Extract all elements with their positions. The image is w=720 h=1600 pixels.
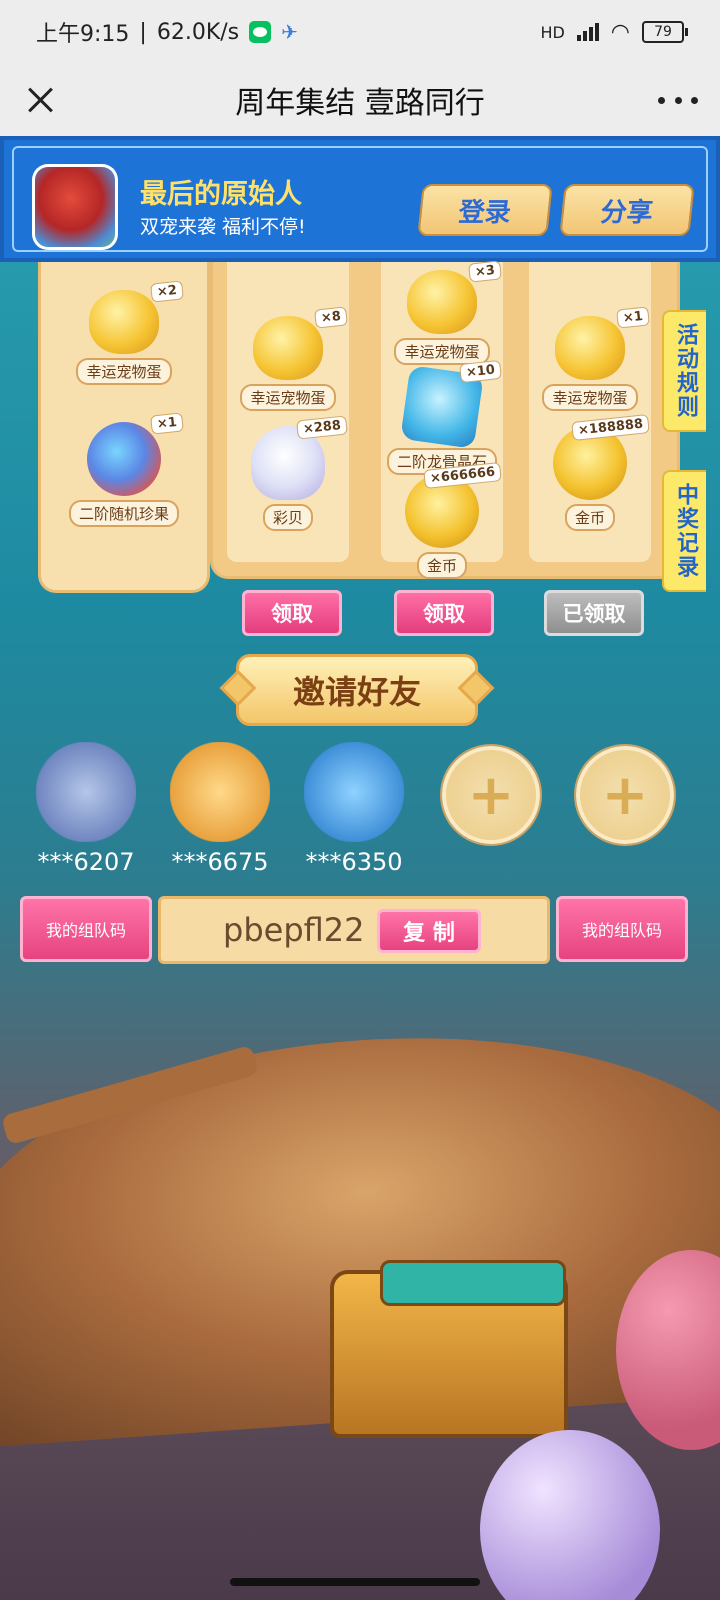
- add-friend-button[interactable]: +: [576, 746, 674, 844]
- reward-label: 二阶随机珍果: [68, 500, 179, 527]
- friend-slot-3: ***6350: [294, 742, 414, 876]
- team-code-row: 我的组队码 pbepfl22 复 制 我的组队码: [20, 896, 688, 964]
- page: 上午9:15 | 62.0K/s ✈ HD ◠ 79 周年集结 壹路同行 最后的…: [0, 0, 720, 1600]
- tab-label: 中奖记录: [673, 483, 698, 579]
- treasure-chest-lid: [380, 1260, 566, 1306]
- team-code: pbepfl22: [223, 911, 365, 949]
- close-icon[interactable]: [22, 82, 58, 118]
- prize-records-tab[interactable]: 中奖记录: [662, 470, 706, 592]
- reward-quantity: ×288: [296, 415, 348, 440]
- reward-column-2: ×3 幸运宠物蛋 ×10 二阶龙骨晶石 ×666666 金币: [381, 260, 503, 579]
- friend-avatar: [36, 742, 136, 842]
- friend-slot-2: ***6675: [160, 742, 280, 876]
- lucky-egg-icon: [555, 316, 625, 380]
- game-slogan: 双宠来袭 福利不停!: [140, 216, 306, 238]
- game-name: 最后的原始人: [140, 179, 302, 210]
- reward-quantity: ×3: [468, 260, 502, 283]
- rewards-area: ×2 幸运宠物蛋 ×1 二阶随机珍果 ×8 幸运宠物蛋 ×288 彩贝 ×3 幸…: [38, 260, 680, 593]
- game-banner: 最后的原始人 双宠来袭 福利不停! 登录 分享: [0, 136, 720, 262]
- reward-panel-left: ×2 幸运宠物蛋 ×1 二阶随机珍果: [38, 262, 210, 593]
- wechat-icon: [249, 21, 272, 43]
- add-friend-button[interactable]: +: [442, 746, 540, 844]
- claimed-button-3[interactable]: 已领取: [544, 590, 644, 636]
- reward-column-1: ×8 幸运宠物蛋 ×288 彩贝: [227, 262, 349, 562]
- network-type-label: HD: [540, 22, 565, 42]
- team-code-box: pbepfl22 复 制: [158, 896, 550, 964]
- reward-label: 幸运宠物蛋: [542, 384, 638, 411]
- reward-label: 幸运宠物蛋: [394, 338, 490, 365]
- status-bar: 上午9:15 | 62.0K/s ✈ HD ◠ 79: [0, 0, 720, 64]
- friend-name: ***6675: [171, 848, 269, 876]
- reward-item: ×2 幸运宠物蛋: [59, 280, 189, 385]
- reward-item: ×1 二阶随机珍果: [59, 412, 189, 527]
- battery-icon: 79: [642, 21, 688, 43]
- reward-quantity: ×8: [314, 306, 348, 329]
- status-separator: |: [139, 19, 147, 45]
- reward-item: ×288 彩贝: [223, 415, 353, 531]
- friend-avatar: [170, 742, 270, 842]
- reward-label: 彩贝: [262, 504, 313, 531]
- reward-item: ×188888 金币: [525, 414, 655, 531]
- reward-panel-right: ×8 幸运宠物蛋 ×288 彩贝 ×3 幸运宠物蛋 ×10 二阶龙骨晶石 ×66…: [210, 260, 680, 579]
- claim-button-2[interactable]: 领取: [394, 590, 494, 636]
- lucky-egg-icon: [89, 290, 159, 354]
- team-code-label-right: 我的组队码: [556, 896, 688, 962]
- copy-button[interactable]: 复 制: [377, 909, 481, 953]
- reward-item: ×666666 金币: [377, 462, 507, 579]
- reward-label: 幸运宠物蛋: [76, 358, 172, 385]
- reward-quantity: ×1: [150, 412, 184, 435]
- share-button[interactable]: 分享: [559, 184, 695, 236]
- status-left: 上午9:15 | 62.0K/s ✈: [36, 16, 298, 48]
- game-logo-icon: [32, 164, 118, 250]
- more-icon[interactable]: [658, 86, 698, 114]
- home-indicator[interactable]: [230, 1578, 480, 1586]
- page-title: 周年集结 壹路同行: [235, 86, 485, 121]
- reward-item: ×1 幸运宠物蛋: [525, 306, 655, 411]
- reward-quantity: ×188888: [571, 414, 650, 441]
- reward-label: 幸运宠物蛋: [240, 384, 336, 411]
- reward-item: ×3 幸运宠物蛋: [377, 260, 507, 365]
- team-code-label-left: 我的组队码: [20, 896, 152, 962]
- reward-label: 金币: [564, 504, 615, 531]
- friend-name: ***6350: [305, 848, 403, 876]
- reward-quantity: ×1: [616, 306, 650, 329]
- reward-item: ×10 二阶龙骨晶石: [377, 359, 507, 475]
- invite-friends-title: 邀请好友: [236, 654, 478, 726]
- tab-label: 活动规则: [673, 323, 698, 419]
- fruit-basket-icon: [87, 422, 161, 496]
- purple-balloon-illustration: [480, 1430, 660, 1600]
- reward-item: ×8 幸运宠物蛋: [223, 306, 353, 411]
- title-bar: 周年集结 壹路同行: [0, 64, 720, 136]
- reward-column-3: ×1 幸运宠物蛋 ×188888 金币: [529, 262, 651, 562]
- plane-icon: ✈: [281, 20, 298, 44]
- status-time: 上午9:15: [36, 22, 130, 47]
- wifi-icon: ◠: [610, 19, 630, 45]
- lucky-egg-icon: [407, 270, 477, 334]
- friend-name: ***6207: [37, 848, 135, 876]
- friend-slot-1: ***6207: [26, 742, 146, 876]
- claim-button-1[interactable]: 领取: [242, 590, 342, 636]
- reward-quantity: ×10: [459, 359, 502, 384]
- reward-label: 金币: [416, 552, 467, 579]
- lucky-egg-icon: [253, 316, 323, 380]
- signal-icon: [576, 23, 599, 41]
- reward-quantity: ×2: [150, 280, 184, 303]
- status-net-speed: 62.0K/s: [156, 19, 240, 45]
- login-button[interactable]: 登录: [417, 184, 553, 236]
- activity-rules-tab[interactable]: 活动规则: [662, 310, 706, 432]
- friend-avatar: [304, 742, 404, 842]
- status-right: HD ◠ 79: [540, 19, 688, 45]
